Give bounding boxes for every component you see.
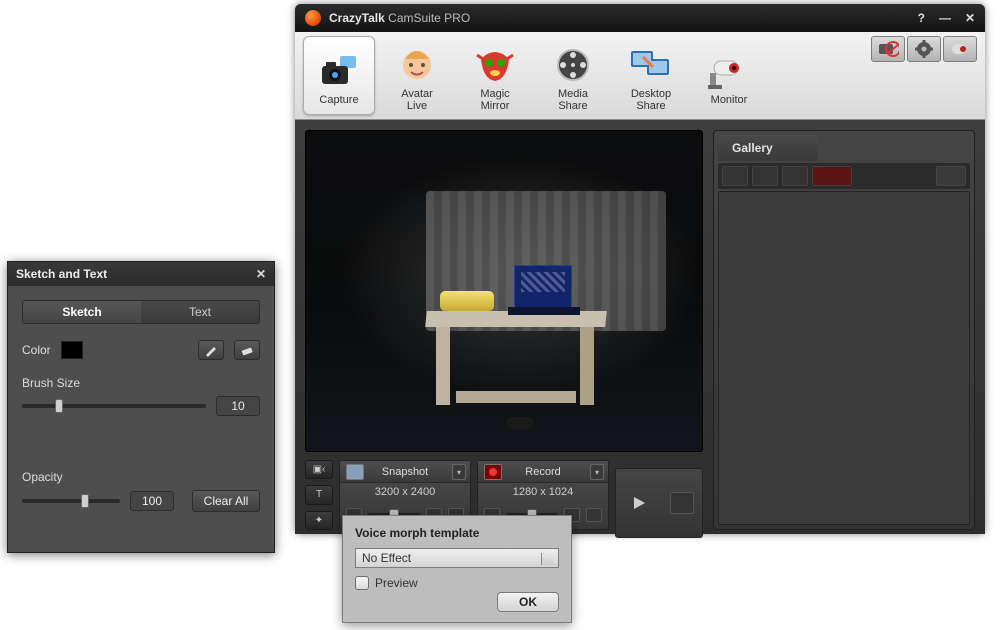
voice-morph-title: Voice morph template — [355, 526, 559, 540]
main-window: CrazyTalk CamSuite PRO ? — ✕ Capture Ava… — [295, 4, 985, 534]
opacity-slider[interactable] — [22, 499, 120, 503]
tab-desktop-share[interactable]: Desktop Share — [615, 36, 687, 115]
clear-all-button[interactable]: Clear All — [192, 490, 260, 512]
scene-toy-car — [440, 291, 494, 311]
voice-morph-select[interactable]: No Effect — [355, 548, 559, 568]
title-brand: CrazyTalk — [329, 11, 385, 25]
help-button[interactable]: ? — [918, 11, 925, 25]
record-dropdown[interactable]: ▾ — [590, 464, 604, 480]
playback-strip — [615, 468, 703, 538]
camera-icon — [317, 50, 361, 92]
main-toolbar: Capture Avatar Live Magic Mirror Media S… — [295, 32, 985, 120]
title-product: CamSuite PRO — [388, 11, 470, 25]
camera-toggle-button[interactable]: ▣‹ — [305, 460, 333, 479]
record-resolution[interactable]: 1280 x 1024 — [478, 483, 608, 501]
voice-morph-dialog: Voice morph template No Effect Preview O… — [342, 515, 572, 623]
record-title[interactable]: Record — [525, 466, 560, 478]
gallery-open-button[interactable] — [722, 166, 748, 186]
tab-desktop-share-label: Desktop Share — [631, 88, 671, 112]
voice-morph-selected: No Effect — [362, 551, 411, 565]
monitors-icon — [629, 44, 673, 86]
text-overlay-button[interactable]: T — [305, 485, 333, 504]
eraser-tool-button[interactable] — [234, 340, 260, 360]
snapshot-title[interactable]: Snapshot — [382, 466, 428, 478]
camera-source-button[interactable] — [943, 36, 977, 62]
window-title: CrazyTalk CamSuite PRO — [329, 11, 470, 25]
screen-icon[interactable] — [586, 508, 602, 522]
sketch-close-button[interactable]: ✕ — [256, 267, 266, 281]
preview-checkbox[interactable] — [355, 576, 369, 590]
sketch-window-title[interactable]: Sketch and Text ✕ — [8, 262, 274, 286]
gallery-toolbar — [718, 163, 970, 189]
color-label: Color — [22, 343, 51, 357]
titlebar: CrazyTalk CamSuite PRO ? — ✕ — [295, 4, 985, 32]
brush-size-label: Brush Size — [22, 376, 260, 390]
tab-capture[interactable]: Capture — [303, 36, 375, 115]
minimize-button[interactable]: — — [939, 11, 951, 25]
tab-capture-label: Capture — [319, 94, 358, 106]
settings-button[interactable] — [907, 36, 941, 62]
brush-tool-button[interactable] — [198, 340, 224, 360]
text-tab[interactable]: Text — [141, 301, 259, 323]
gallery-body[interactable] — [718, 191, 970, 525]
snapshot-dropdown[interactable]: ▾ — [452, 464, 466, 480]
mask-icon — [473, 44, 517, 86]
no-camera-button[interactable] — [871, 36, 905, 62]
tab-monitor-label: Monitor — [711, 94, 748, 106]
gallery-delete-button[interactable] — [752, 166, 778, 186]
tab-magic-mirror-label: Magic Mirror — [480, 88, 509, 112]
sketch-window: Sketch and Text ✕ Sketch Text Color Brus… — [7, 261, 275, 553]
app-logo-icon — [305, 10, 321, 26]
gallery-tab[interactable]: Gallery — [718, 135, 818, 161]
scene-laptop — [514, 265, 572, 311]
opacity-label: Opacity — [22, 470, 260, 484]
gallery-view-toggle[interactable] — [936, 166, 966, 186]
close-button[interactable]: ✕ — [965, 11, 975, 25]
effects-button[interactable]: ✦ — [305, 511, 333, 530]
snapshot-resolution[interactable]: 3200 x 2400 — [340, 483, 470, 501]
color-swatch[interactable] — [61, 341, 83, 359]
library-button[interactable] — [670, 492, 694, 514]
record-dot-icon — [484, 464, 502, 480]
gallery-youtube-button[interactable] — [812, 166, 852, 186]
preview-label: Preview — [375, 576, 418, 590]
play-button[interactable] — [625, 489, 653, 517]
sketch-tab[interactable]: Sketch — [23, 301, 141, 323]
cctv-icon — [707, 50, 751, 92]
tab-monitor[interactable]: Monitor — [693, 36, 765, 115]
snapshot-thumb-icon — [346, 464, 364, 480]
film-reel-icon — [551, 44, 595, 86]
content-area: ▣‹ T ✦ Snapshot ▾ 3200 x 2400 — [295, 120, 985, 534]
brush-size-value[interactable]: 10 — [216, 396, 260, 416]
chevron-down-icon — [544, 555, 552, 563]
face-icon — [395, 44, 439, 86]
brush-size-slider[interactable] — [22, 404, 206, 408]
ok-button[interactable]: OK — [497, 592, 559, 612]
tab-media-share-label: Media Share — [558, 88, 588, 112]
video-preview[interactable] — [305, 130, 703, 452]
opacity-value[interactable]: 100 — [130, 491, 174, 511]
tab-magic-mirror[interactable]: Magic Mirror — [459, 36, 531, 115]
tab-avatar-live[interactable]: Avatar Live — [381, 36, 453, 115]
tab-avatar-live-label: Avatar Live — [401, 88, 433, 112]
gallery-email-button[interactable] — [782, 166, 808, 186]
preview-scene — [306, 131, 702, 451]
scene-mouse — [506, 417, 534, 429]
gallery-panel: Gallery — [713, 130, 975, 530]
gallery-title: Gallery — [732, 141, 773, 155]
tab-media-share[interactable]: Media Share — [537, 36, 609, 115]
